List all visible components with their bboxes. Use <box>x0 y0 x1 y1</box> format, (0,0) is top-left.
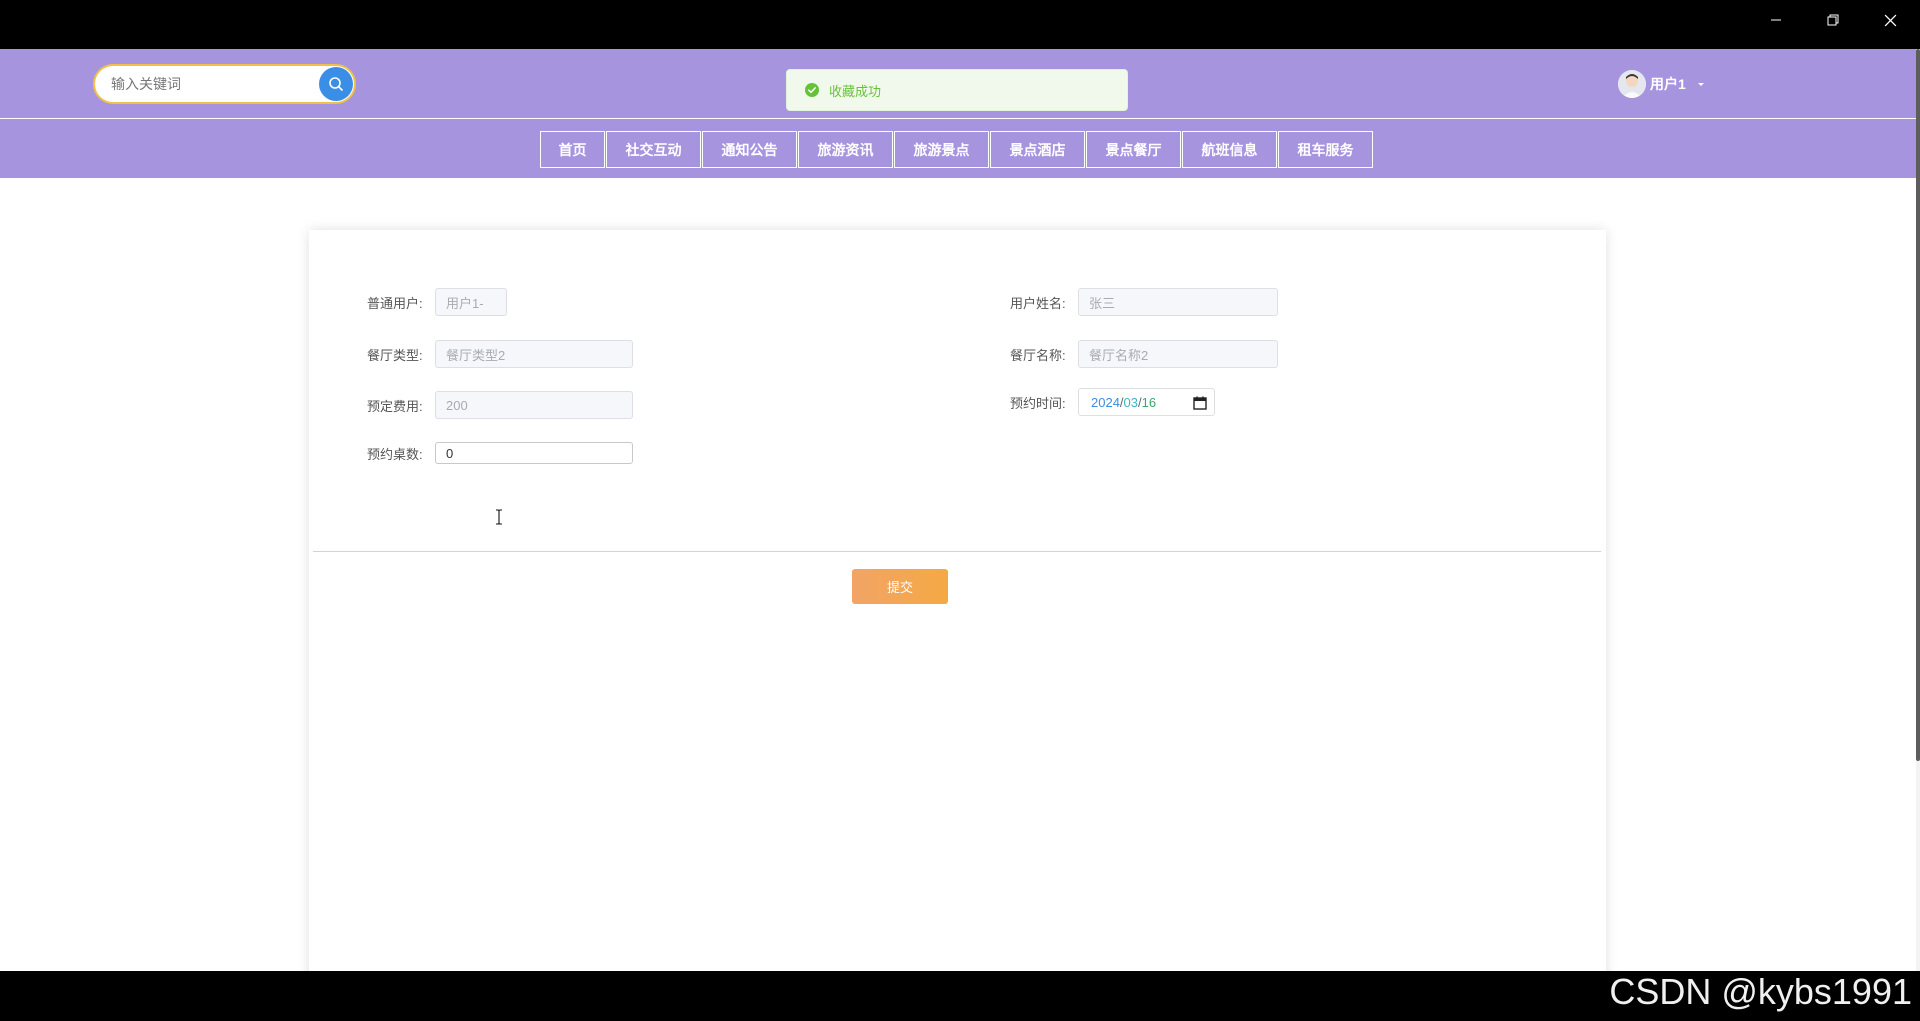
date-day: 16 <box>1141 394 1157 410</box>
nav-item-flights[interactable]: 航班信息 <box>1182 131 1277 168</box>
form-row-user: 普通用户: <box>367 288 507 316</box>
form-row-restaurant-name: 餐厅名称: <box>1010 340 1278 368</box>
restore-button[interactable] <box>1805 0 1861 40</box>
watermark: CSDN @kybs1991 <box>1609 971 1912 1012</box>
nav-item-restaurants[interactable]: 景点餐厅 <box>1086 131 1181 168</box>
toast-message: 收藏成功 <box>829 83 882 99</box>
nav-item-home[interactable]: 首页 <box>540 131 605 168</box>
main-nav: 首页 社交互动 通知公告 旅游资讯 旅游景点 景点酒店 景点餐厅 航班信息 租车… <box>540 131 1374 168</box>
form-row-username: 用户姓名: <box>1010 288 1278 316</box>
nav-item-travel-news[interactable]: 旅游资讯 <box>798 131 893 168</box>
date-month: 03 <box>1123 394 1139 410</box>
restaurant-type-field[interactable] <box>435 340 633 368</box>
date-picker-input[interactable]: 2024/03/16 <box>1078 388 1215 416</box>
page-scrollbar-track[interactable] <box>1916 49 1920 971</box>
restaurant-name-field[interactable] <box>1078 340 1278 368</box>
user-avatar-icon <box>1618 70 1646 98</box>
minimize-button[interactable] <box>1748 0 1804 40</box>
close-icon <box>1884 14 1896 26</box>
nav-item-scenic-spots[interactable]: 旅游景点 <box>894 131 989 168</box>
form-row-fee: 预定费用: <box>367 391 633 419</box>
form-divider <box>313 551 1601 552</box>
restaurant-type-label: 餐厅类型: <box>367 347 423 363</box>
search-box <box>93 64 356 104</box>
minimize-icon <box>1771 19 1781 21</box>
check-circle-icon <box>805 83 819 97</box>
restaurant-name-label: 餐厅名称: <box>1010 347 1066 363</box>
nav-item-hotels[interactable]: 景点酒店 <box>990 131 1085 168</box>
close-button[interactable] <box>1862 0 1918 40</box>
chevron-down-icon <box>1697 83 1704 86</box>
restore-icon <box>1827 14 1839 26</box>
bottom-bar: CSDN @kybs1991 <box>0 971 1920 1021</box>
user-label: 普通用户: <box>367 295 423 311</box>
user-name: 用户1 <box>1650 76 1686 92</box>
time-label: 预约时间: <box>1010 395 1066 411</box>
success-toast: 收藏成功 <box>786 69 1128 111</box>
header-top-bar: 收藏成功 用户1 <box>0 49 1916 119</box>
site-header: 收藏成功 用户1 首页 社交互动 通知公 <box>0 49 1916 178</box>
search-button[interactable] <box>319 67 353 101</box>
submit-button[interactable]: 提交 <box>852 569 948 604</box>
search-input[interactable] <box>109 66 309 102</box>
fee-field[interactable] <box>435 391 633 419</box>
nav-item-social[interactable]: 社交互动 <box>606 131 701 168</box>
avatar <box>1618 70 1646 98</box>
reservation-form-card: 普通用户: 用户姓名: 餐厅类型: 餐厅名称: 预定费用: 预约时间: 2024… <box>309 230 1606 971</box>
nav-item-notice[interactable]: 通知公告 <box>702 131 797 168</box>
tables-label: 预约桌数: <box>367 446 423 462</box>
fee-label: 预定费用: <box>367 398 423 414</box>
nav-item-car-rental[interactable]: 租车服务 <box>1278 131 1373 168</box>
search-icon <box>329 77 343 91</box>
calendar-icon[interactable] <box>1192 395 1208 411</box>
form-row-time: 预约时间: 2024/03/16 <box>1010 388 1215 416</box>
user-field[interactable] <box>435 288 507 316</box>
tables-input[interactable] <box>435 442 633 464</box>
form-row-restaurant-type: 餐厅类型: <box>367 340 633 368</box>
username-label: 用户姓名: <box>1010 295 1066 311</box>
username-field[interactable] <box>1078 288 1278 316</box>
form-row-tables: 预约桌数: <box>367 442 633 464</box>
date-year: 2024 <box>1091 394 1120 410</box>
app-viewport: 收藏成功 用户1 首页 社交互动 通知公 <box>0 49 1920 971</box>
user-menu[interactable]: 用户1 <box>1618 69 1706 99</box>
text-cursor-icon <box>496 509 502 525</box>
window-titlebar <box>0 0 1920 49</box>
page-scrollbar-thumb[interactable] <box>1916 49 1920 761</box>
